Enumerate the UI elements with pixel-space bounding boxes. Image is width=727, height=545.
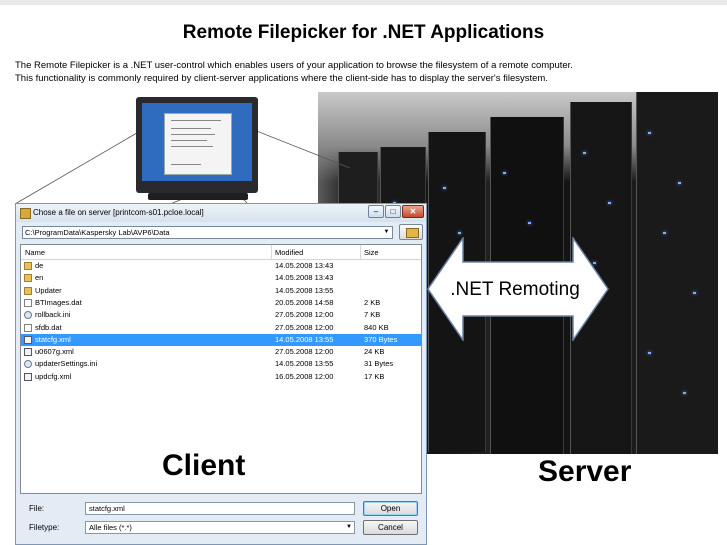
file-name: updcfg.xml	[35, 371, 72, 381]
file-size: 7 KB	[364, 310, 381, 320]
file-modified: 27.05.2008 12:00	[275, 322, 334, 332]
xml-file-icon	[24, 335, 32, 344]
file-row[interactable]: BTImages.dat 20.05.2008 14:58 2 KB	[21, 297, 421, 309]
monitor-screen	[142, 103, 252, 181]
settings-file-icon	[24, 360, 32, 369]
file-name-input[interactable]: statcfg.xml	[85, 502, 355, 515]
file-modified: 20.05.2008 14:58	[275, 297, 334, 307]
chevron-down-icon[interactable]: ▼	[381, 227, 392, 238]
file-size: 24 KB	[364, 347, 385, 357]
file-size: 17 KB	[364, 371, 385, 381]
file-chooser-dialog: Chose a file on server [printcom-s01.pcl…	[15, 203, 427, 545]
file-name: Updater	[35, 285, 62, 295]
intro-text: The Remote Filepicker is a .NET user-con…	[15, 59, 715, 85]
file-name: en	[35, 273, 44, 283]
file-name: updaterSettings.ini	[35, 359, 98, 369]
file-name: rollback.ini	[35, 310, 71, 320]
remoting-label: .NET Remoting	[450, 279, 580, 300]
file-name: de	[35, 261, 44, 270]
file-row[interactable]: de 14.05.2008 13:43	[21, 260, 421, 272]
chevron-down-icon: ▼	[346, 524, 352, 530]
file-row[interactable]: u0607g.xml 27.05.2008 12:00 24 KB	[21, 346, 421, 358]
file-icon	[24, 323, 32, 332]
file-size: 31 Bytes	[364, 359, 394, 369]
column-header-modified[interactable]: Modified	[275, 248, 303, 257]
maximize-button[interactable]: □	[385, 205, 401, 218]
file-row[interactable]: en 14.05.2008 13:43	[21, 272, 421, 284]
cancel-button[interactable]: Cancel	[363, 520, 418, 535]
file-row[interactable]: rollback.ini 27.05.2008 12:00 7 KB	[21, 309, 421, 321]
file-modified: 14.05.2008 13:43	[275, 261, 334, 270]
up-folder-button[interactable]	[399, 224, 423, 240]
close-button[interactable]: ✕	[402, 205, 424, 218]
filetype-value: Alle files (*.*)	[89, 523, 132, 532]
file-row[interactable]: sfdb.dat 27.05.2008 12:00 840 KB	[21, 322, 421, 334]
folder-icon	[24, 274, 32, 283]
file-modified: 27.05.2008 12:00	[275, 310, 334, 320]
file-name: u0607g.xml	[35, 347, 74, 357]
file-name-value: statcfg.xml	[89, 504, 125, 513]
file-size: 370 Bytes	[364, 334, 398, 344]
open-button[interactable]: Open	[363, 501, 418, 516]
dialog-title: Chose a file on server [printcom-s01.pcl…	[33, 208, 204, 217]
file-modified: 14.05.2008 13:55	[275, 334, 334, 344]
file-label: File:	[29, 504, 45, 513]
monitor	[136, 97, 258, 193]
intro-line-2: This functionality is commonly required …	[15, 73, 548, 84]
file-name: sfdb.dat	[35, 322, 62, 332]
intro-line-1: The Remote Filepicker is a .NET user-con…	[15, 60, 573, 71]
xml-file-icon	[24, 348, 32, 357]
file-modified: 14.05.2008 13:55	[275, 285, 334, 295]
file-row[interactable]: statcfg.xml 14.05.2008 13:55 370 Bytes	[21, 333, 421, 346]
server-label: Server	[538, 455, 632, 488]
folder-icon	[24, 286, 32, 295]
minimize-icon: –	[373, 207, 379, 216]
client-label: Client	[162, 449, 246, 482]
column-header-size[interactable]: Size	[364, 248, 379, 257]
file-list-header: Name Modified Size	[21, 245, 421, 260]
file-modified: 16.05.2008 12:00	[275, 371, 334, 381]
page-title: Remote Filepicker for .NET Applications	[182, 22, 545, 43]
folder-icon	[20, 208, 31, 219]
server-rack	[636, 92, 718, 454]
folder-icon	[24, 262, 32, 270]
file-name: BTImages.dat	[35, 297, 82, 307]
file-size: 2 KB	[364, 297, 381, 307]
mini-dialog-thumbnail	[164, 113, 232, 175]
file-size: 840 KB	[364, 322, 389, 332]
xml-file-icon	[24, 372, 32, 381]
close-icon: ✕	[409, 207, 417, 216]
file-name: statcfg.xml	[35, 334, 71, 344]
filetype-label: Filetype:	[29, 523, 60, 532]
file-icon	[24, 298, 32, 307]
column-header-name[interactable]: Name	[25, 248, 45, 257]
up-folder-icon	[406, 228, 419, 238]
path-value: C:\ProgramData\Kaspersky Lab\AVP6\Data	[25, 228, 170, 237]
file-row[interactable]: updcfg.xml 16.05.2008 12:00 17 KB	[21, 371, 421, 383]
file-row[interactable]: Updater 14.05.2008 13:55	[21, 285, 421, 297]
filetype-select[interactable]: Alle files (*.*) ▼	[85, 521, 355, 534]
settings-file-icon	[24, 311, 32, 320]
file-modified: 14.05.2008 13:55	[275, 359, 334, 369]
monitor-stand	[148, 193, 248, 200]
top-band	[0, 0, 727, 5]
file-modified: 27.05.2008 12:00	[275, 347, 334, 357]
minimize-button[interactable]: –	[368, 205, 384, 218]
maximize-icon: □	[390, 207, 396, 216]
file-modified: 14.05.2008 13:43	[275, 273, 334, 283]
path-combobox[interactable]: C:\ProgramData\Kaspersky Lab\AVP6\Data ▼	[22, 226, 393, 239]
dialog-titlebar[interactable]: Chose a file on server [printcom-s01.pcl…	[16, 204, 426, 222]
file-row[interactable]: updaterSettings.ini 14.05.2008 13:55 31 By…	[21, 358, 421, 370]
